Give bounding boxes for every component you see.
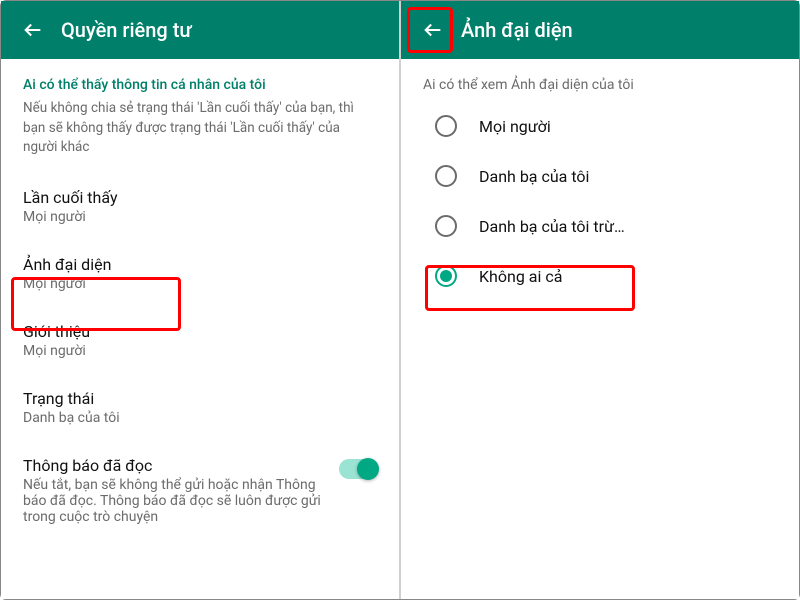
- item-title: Trạng thái: [23, 389, 377, 408]
- left-content: Ai có thể thấy thông tin cá nhân của tôi…: [1, 59, 399, 599]
- item-subtitle: Mọi người: [23, 343, 377, 359]
- radio-label-text: Danh bạ của tôi trừ…: [479, 217, 625, 236]
- radio-option-nobody[interactable]: Không ai cả: [401, 251, 799, 301]
- right-content: Ai có thể xem Ảnh đại diện của tôi Mọi n…: [401, 59, 799, 599]
- privacy-item-profile-photo[interactable]: Ảnh đại diện Mọi người: [1, 239, 399, 306]
- section-heading: Ai có thể thấy thông tin cá nhân của tôi: [1, 59, 399, 99]
- radio-group-label: Ai có thể xem Ảnh đại diện của tôi: [401, 59, 799, 101]
- profile-photo-panel: Ảnh đại diện Ai có thể xem Ảnh đại diện …: [401, 1, 799, 599]
- radio-icon: [435, 215, 457, 237]
- radio-option-everyone[interactable]: Mọi người: [401, 101, 799, 151]
- item-subtitle: Danh bạ của tôi: [23, 410, 377, 426]
- arrow-left-icon: [422, 19, 444, 41]
- radio-option-contacts-except[interactable]: Danh bạ của tôi trừ…: [401, 201, 799, 251]
- item-title: Thông báo đã đọc: [23, 456, 327, 475]
- privacy-item-about[interactable]: Giới thiệu Mọi người: [1, 306, 399, 373]
- radio-option-contacts[interactable]: Danh bạ của tôi: [401, 151, 799, 201]
- item-subtitle: Mọi người: [23, 276, 377, 292]
- back-button[interactable]: [413, 10, 453, 50]
- radio-icon: [435, 115, 457, 137]
- left-header: Quyền riêng tư: [1, 1, 399, 59]
- right-title: Ảnh đại diện: [461, 18, 573, 42]
- item-subtitle: Mọi người: [23, 209, 377, 225]
- item-title: Lần cuối thấy: [23, 188, 377, 207]
- privacy-item-read-receipts: Thông báo đã đọc Nếu tắt, bạn sẽ không t…: [1, 440, 399, 539]
- left-title: Quyền riêng tư: [61, 18, 192, 42]
- arrow-left-icon: [22, 19, 44, 41]
- radio-label-text: Mọi người: [479, 117, 551, 136]
- right-header: Ảnh đại diện: [401, 1, 799, 59]
- radio-label-text: Không ai cả: [479, 267, 562, 286]
- toggle-knob: [357, 458, 379, 480]
- radio-icon: [435, 165, 457, 187]
- back-button[interactable]: [13, 10, 53, 50]
- item-title: Giới thiệu: [23, 322, 377, 341]
- item-title: Ảnh đại diện: [23, 255, 377, 274]
- privacy-item-status[interactable]: Trạng thái Danh bạ của tôi: [1, 373, 399, 440]
- privacy-item-last-seen[interactable]: Lần cuối thấy Mọi người: [1, 172, 399, 239]
- section-note: Nếu không chia sẻ trạng thái 'Lần cuối t…: [1, 99, 399, 172]
- read-receipts-toggle[interactable]: [339, 459, 377, 479]
- privacy-settings-panel: Quyền riêng tư Ai có thể thấy thông tin …: [1, 1, 401, 599]
- item-subtitle: Nếu tắt, bạn sẽ không thể gửi hoặc nhận …: [23, 477, 327, 525]
- radio-icon-selected: [435, 265, 457, 287]
- radio-label-text: Danh bạ của tôi: [479, 167, 589, 186]
